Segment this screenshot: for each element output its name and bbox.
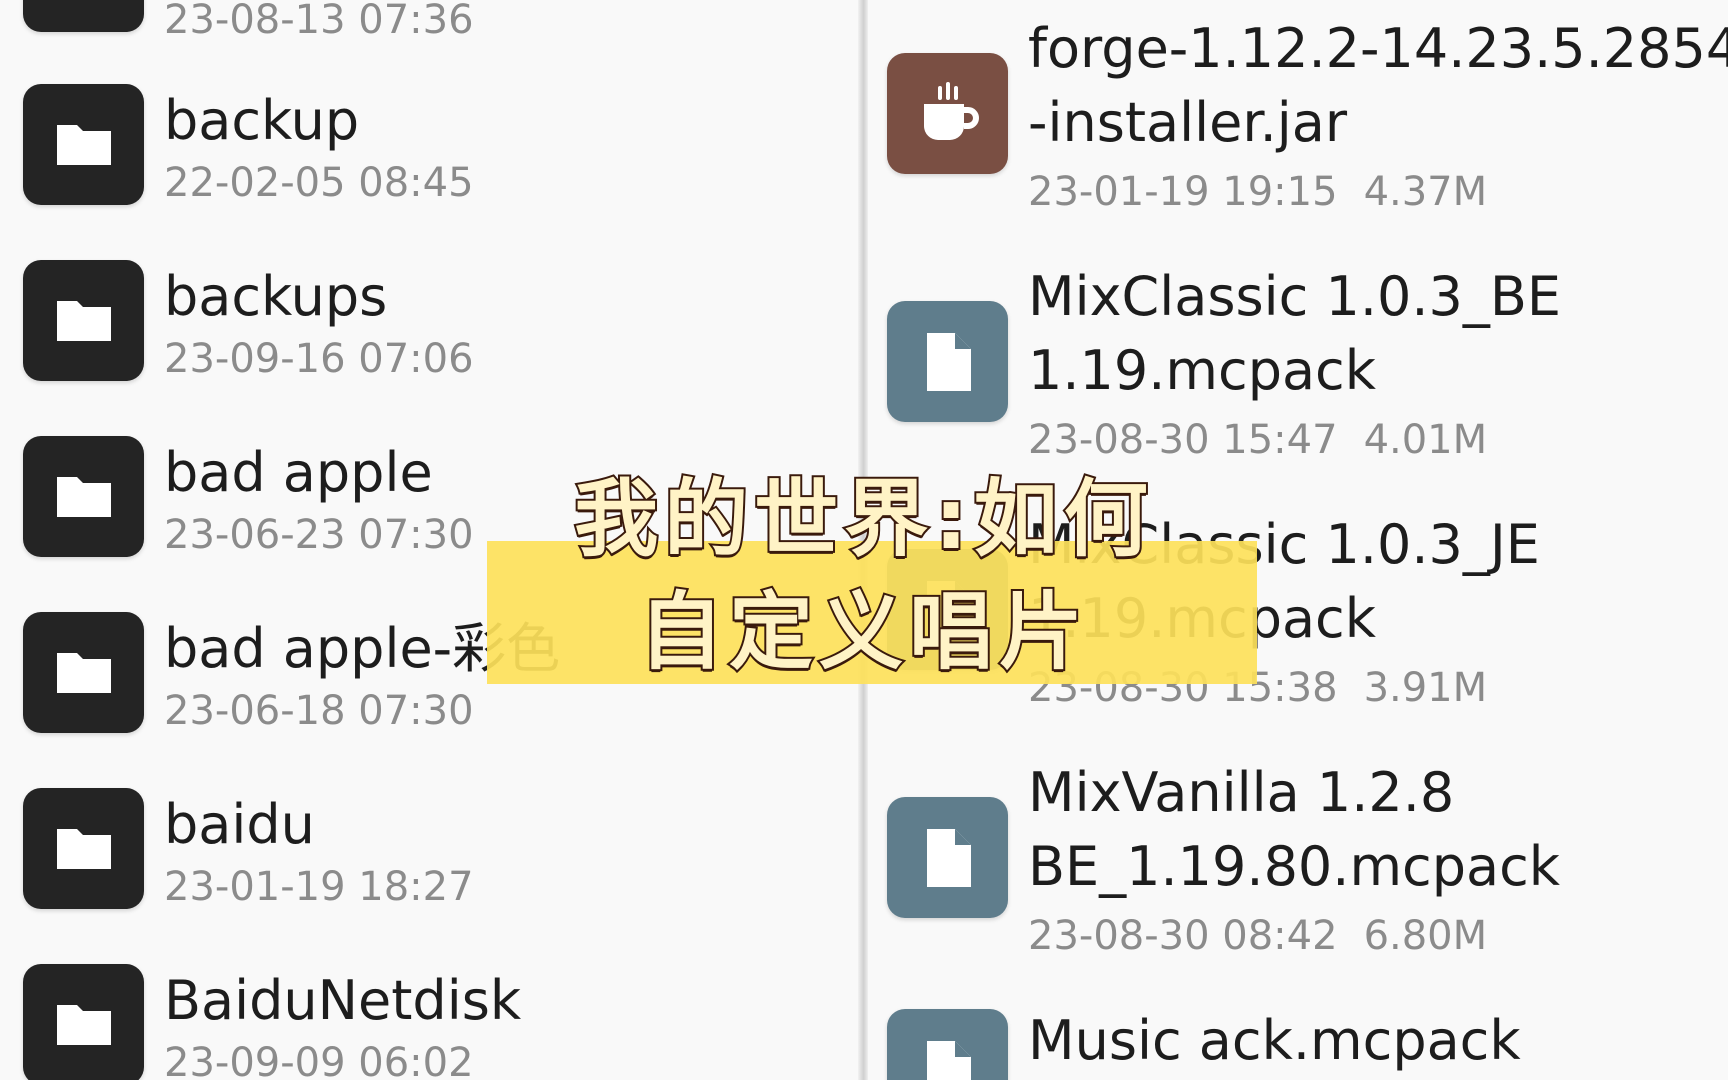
item-name-cont: -installer.jar — [1028, 91, 1348, 154]
item-name-cont: 1.19.mcpack — [1028, 339, 1377, 402]
item-meta: 23-08-30 08:42 6.80M — [1028, 911, 1487, 961]
list-item[interactable]: backups 23-09-16 07:06 — [0, 260, 858, 410]
item-date: 23-01-19 19:15 — [1028, 169, 1338, 215]
item-date: 23-09-16 07:06 — [164, 336, 474, 382]
list-item[interactable]: Music ack.mcpack — [868, 1004, 1728, 1080]
java-cup-icon — [887, 53, 1008, 174]
folder-icon — [23, 0, 144, 32]
item-date: 23-08-30 08:42 — [1028, 913, 1338, 959]
item-date: 23-06-18 07:30 — [164, 688, 474, 734]
item-name: backup — [164, 89, 360, 152]
item-name: baidu — [164, 793, 315, 856]
list-item[interactable]: 23-08-13 07:36 — [0, 0, 858, 95]
caption-title-line-1: 我的世界:如何 — [572, 468, 1154, 570]
file-icon — [887, 797, 1008, 918]
folder-icon — [23, 260, 144, 381]
list-item[interactable]: MixVanilla 1.2.8 BE_1.19.80.mcpack 23-08… — [868, 756, 1728, 966]
list-item[interactable]: forge-1.12.2-14.23.5.2854 -installer.jar… — [868, 12, 1728, 222]
item-name: Music ack.mcpack — [1028, 1009, 1521, 1072]
item-size: 6.80M — [1363, 913, 1488, 959]
folder-icon — [23, 84, 144, 205]
file-icon — [887, 301, 1008, 422]
item-meta: 23-01-19 19:15 4.37M — [1028, 167, 1487, 217]
item-date: 23-08-13 07:36 — [164, 0, 474, 43]
item-date: 22-02-05 08:45 — [164, 160, 474, 206]
list-item[interactable]: baidu 23-01-19 18:27 — [0, 788, 858, 938]
item-name: forge-1.12.2-14.23.5.2854 — [1028, 17, 1728, 80]
list-item[interactable]: backup 22-02-05 08:45 — [0, 84, 858, 234]
item-date: 23-09-09 06:02 — [164, 1040, 474, 1080]
list-item[interactable]: BaiduNetdisk 23-09-09 06:02 — [0, 964, 858, 1080]
item-name: BaiduNetdisk — [164, 969, 522, 1032]
item-name: MixVanilla 1.2.8 — [1028, 761, 1455, 824]
list-item[interactable]: MixClassic 1.0.3_BE 1.19.mcpack 23-08-30… — [868, 260, 1728, 470]
caption-title-line-2: 自定义唱片 — [637, 581, 1089, 683]
item-size: 4.37M — [1363, 169, 1488, 215]
item-date: 23-01-19 18:27 — [164, 864, 474, 910]
item-name: MixClassic 1.0.3_BE — [1028, 265, 1562, 328]
file-icon — [887, 1009, 1008, 1080]
item-name-cont: BE_1.19.80.mcpack — [1028, 835, 1561, 898]
folder-icon — [23, 964, 144, 1080]
item-name: backups — [164, 265, 388, 328]
folder-icon — [23, 788, 144, 909]
